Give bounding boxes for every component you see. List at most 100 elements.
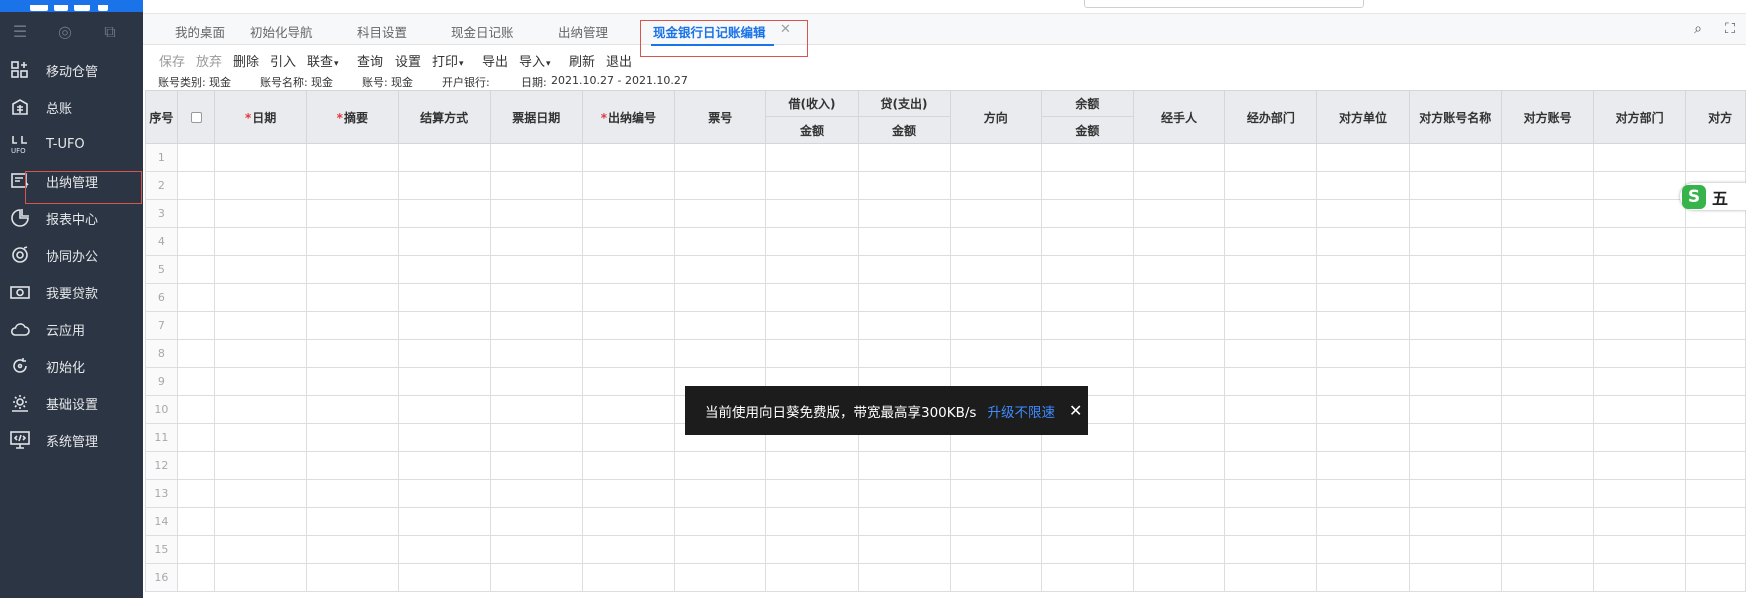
tab-cashier-mgmt[interactable]: 出纳管理 <box>558 22 608 41</box>
table-cell[interactable] <box>765 143 859 172</box>
table-cell[interactable] <box>1593 143 1687 172</box>
table-cell[interactable] <box>673 451 767 480</box>
table-cell[interactable] <box>1685 395 1746 424</box>
table-cell[interactable] <box>1685 507 1746 536</box>
table-cell[interactable] <box>214 311 307 340</box>
col-select-all[interactable] <box>176 90 216 144</box>
table-cell[interactable] <box>176 367 216 396</box>
table-cell[interactable] <box>581 451 675 480</box>
table-cell[interactable] <box>949 171 1043 200</box>
table-cell[interactable] <box>1316 283 1410 312</box>
tab-my-desktop[interactable]: 我的桌面 <box>175 22 225 41</box>
table-cell[interactable] <box>765 451 859 480</box>
table-cell[interactable] <box>1224 143 1318 172</box>
table-cell[interactable] <box>489 227 583 256</box>
table-cell[interactable] <box>1408 563 1503 592</box>
select-all-checkbox[interactable] <box>190 112 202 123</box>
table-cell[interactable] <box>765 283 859 312</box>
table-cell[interactable] <box>1132 255 1226 284</box>
table-cell[interactable] <box>1408 367 1503 396</box>
table-cell[interactable] <box>1132 367 1226 396</box>
import-button[interactable]: 导入▾ <box>519 51 551 70</box>
table-row[interactable]: 2 <box>145 171 1746 200</box>
table-cell[interactable] <box>1408 423 1503 452</box>
table-cell[interactable] <box>214 171 307 200</box>
table-cell[interactable] <box>673 563 767 592</box>
table-cell[interactable] <box>1316 535 1410 564</box>
table-cell[interactable] <box>857 311 951 340</box>
table-cell[interactable] <box>1041 199 1134 228</box>
table-cell[interactable] <box>857 563 951 592</box>
query-button[interactable]: 查询 <box>357 51 383 70</box>
table-cell[interactable] <box>397 563 491 592</box>
table-cell[interactable] <box>1316 171 1410 200</box>
table-cell[interactable] <box>765 255 859 284</box>
table-cell[interactable] <box>1408 395 1503 424</box>
table-cell[interactable] <box>1132 507 1226 536</box>
table-cell[interactable] <box>1041 451 1134 480</box>
table-cell[interactable] <box>489 311 583 340</box>
table-cell[interactable] <box>857 199 951 228</box>
table-cell[interactable] <box>397 143 491 172</box>
table-cell[interactable] <box>176 451 216 480</box>
table-cell[interactable] <box>1316 339 1410 368</box>
table-cell[interactable] <box>949 451 1043 480</box>
table-cell[interactable] <box>176 227 216 256</box>
table-cell[interactable] <box>1132 171 1226 200</box>
table-cell[interactable] <box>397 227 491 256</box>
table-cell[interactable] <box>581 143 675 172</box>
table-cell[interactable] <box>1408 507 1503 536</box>
table-cell[interactable] <box>1408 255 1503 284</box>
sidebar-item-warehouse[interactable]: 移动仓管 <box>0 52 143 88</box>
upgrade-link[interactable]: 升级不限速 <box>987 401 1055 421</box>
table-cell[interactable] <box>1501 451 1595 480</box>
table-cell[interactable] <box>214 339 307 368</box>
table-cell[interactable] <box>305 255 399 284</box>
discard-button[interactable]: 放弃 <box>196 51 222 70</box>
table-cell[interactable] <box>305 227 399 256</box>
table-cell[interactable] <box>765 171 859 200</box>
table-cell[interactable] <box>1132 423 1226 452</box>
table-cell[interactable] <box>1224 479 1318 508</box>
table-cell[interactable] <box>857 339 951 368</box>
table-cell[interactable] <box>1132 395 1226 424</box>
table-cell[interactable] <box>397 451 491 480</box>
delete-button[interactable]: 删除 <box>233 51 259 70</box>
table-cell[interactable] <box>1593 507 1687 536</box>
table-row[interactable]: 4 <box>145 227 1746 256</box>
table-cell[interactable] <box>1501 423 1595 452</box>
table-cell[interactable] <box>1501 367 1595 396</box>
table-cell[interactable] <box>949 199 1043 228</box>
table-cell[interactable] <box>949 479 1043 508</box>
table-cell[interactable] <box>176 535 216 564</box>
table-cell[interactable] <box>1408 339 1503 368</box>
table-cell[interactable] <box>581 199 675 228</box>
table-cell[interactable] <box>176 283 216 312</box>
table-cell[interactable] <box>1501 563 1595 592</box>
table-cell[interactable] <box>857 255 951 284</box>
table-cell[interactable] <box>176 255 216 284</box>
table-cell[interactable] <box>581 339 675 368</box>
table-cell[interactable] <box>305 395 399 424</box>
table-cell[interactable] <box>176 199 216 228</box>
table-cell[interactable] <box>581 255 675 284</box>
sidebar-item-loan[interactable]: 我要贷款 <box>0 274 143 310</box>
table-cell[interactable] <box>397 367 491 396</box>
table-cell[interactable] <box>1408 479 1503 508</box>
table-cell[interactable] <box>1685 311 1746 340</box>
search-icon[interactable]: ⌕ <box>1689 20 1707 38</box>
table-cell[interactable] <box>176 479 216 508</box>
sidebar-item-init[interactable]: 初始化 <box>0 348 143 384</box>
table-cell[interactable] <box>857 507 951 536</box>
table-cell[interactable] <box>581 171 675 200</box>
table-cell[interactable] <box>305 507 399 536</box>
table-cell[interactable] <box>581 479 675 508</box>
exit-button[interactable]: 退出 <box>606 51 632 70</box>
table-cell[interactable] <box>857 479 951 508</box>
table-cell[interactable] <box>489 171 583 200</box>
global-search-input[interactable] <box>1084 0 1364 8</box>
table-cell[interactable] <box>949 143 1043 172</box>
table-cell[interactable] <box>1132 451 1226 480</box>
table-cell[interactable] <box>397 423 491 452</box>
table-cell[interactable] <box>765 311 859 340</box>
